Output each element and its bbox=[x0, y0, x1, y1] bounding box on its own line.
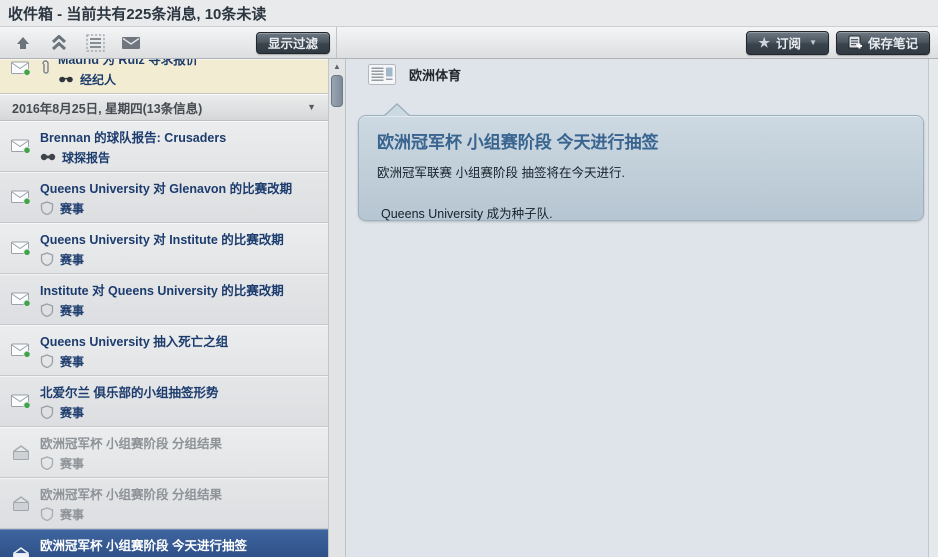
unread-envelope-icon bbox=[10, 60, 40, 76]
competition-shield-icon bbox=[40, 354, 54, 368]
unread-envelope-icon bbox=[10, 189, 40, 205]
date-group-label: 2016年8月25日, 星期四(13条信息) bbox=[12, 98, 202, 117]
message-category: 赛事 bbox=[60, 404, 84, 421]
message-list: Madrid 为 Ruiz 寻求报价 经纪人 2016年8 bbox=[0, 59, 328, 557]
main-split: Madrid 为 Ruiz 寻求报价 经纪人 2016年8 bbox=[0, 59, 938, 557]
list-item[interactable]: Queens University 抽入死亡之组 赛事 bbox=[0, 325, 328, 376]
message-title: Brennan 的球队报告: Crusaders bbox=[40, 127, 322, 146]
list-item[interactable]: 欧洲冠军杯 小组赛阶段 分组结果 赛事 bbox=[0, 427, 328, 478]
content-scrollbar-track[interactable] bbox=[928, 59, 938, 557]
list-item[interactable]: 欧洲冠军杯 小组赛阶段 分组结果 赛事 bbox=[0, 478, 328, 529]
chevron-down-icon: ▼ bbox=[809, 39, 817, 47]
message-title: 欧洲冠军杯 小组赛阶段 分组结果 bbox=[40, 433, 322, 452]
show-filter-label: 显示过滤 bbox=[268, 33, 318, 52]
message-category: 经纪人 bbox=[80, 71, 116, 88]
message-category: 赛事 bbox=[60, 251, 84, 268]
scrollbar-thumb[interactable] bbox=[331, 75, 343, 107]
save-note-button[interactable]: 保存笔记 bbox=[836, 31, 930, 55]
list-item[interactable]: Queens University 对 Glenavon 的比赛改期 赛事 bbox=[0, 172, 328, 223]
toolbar-left: 显示过滤 bbox=[0, 27, 337, 58]
date-group-header[interactable]: 2016年8月25日, 星期四(13条信息) ▼ bbox=[0, 94, 328, 121]
scout-binoculars-icon bbox=[40, 153, 56, 161]
message-title: 北爱尔兰 俱乐部的小组抽签形势 bbox=[40, 382, 322, 401]
list-item[interactable]: Madrid 为 Ruiz 寻求报价 经纪人 bbox=[0, 59, 328, 94]
message-category: 赛事 bbox=[60, 353, 84, 370]
message-title: Queens University 对 Institute 的比赛改期 bbox=[40, 229, 322, 248]
subscribe-label: 订阅 bbox=[776, 33, 801, 52]
news-source-header: 欧洲体育 bbox=[368, 64, 461, 85]
inbox-app: 收件箱 - 当前共有225条消息, 10条未读 bbox=[0, 0, 938, 557]
collapse-group-icon[interactable]: ▼ bbox=[307, 102, 316, 112]
page-title: 收件箱 - 当前共有225条消息, 10条未读 bbox=[8, 3, 266, 24]
message-category: 球探报告 bbox=[62, 149, 110, 166]
list-scrollbar[interactable]: ▲ bbox=[328, 59, 346, 557]
agent-glasses-icon bbox=[58, 76, 74, 83]
competition-shield-icon bbox=[40, 252, 54, 266]
news-body-line1: 欧洲冠军联赛 小组赛阶段 抽签将在今天进行. bbox=[377, 162, 905, 181]
message-title: Queens University 抽入死亡之组 bbox=[40, 331, 322, 350]
news-source-label: 欧洲体育 bbox=[409, 65, 461, 84]
subscribe-button[interactable]: ★ 订阅 ▼ bbox=[746, 31, 829, 55]
message-content-panel: 欧洲体育 欧洲冠军杯 小组赛阶段 今天进行抽签 欧洲冠军联赛 小组赛阶段 抽签将… bbox=[346, 59, 938, 557]
show-filter-button[interactable]: 显示过滤 bbox=[256, 32, 330, 54]
message-category: 赛事 bbox=[60, 455, 84, 472]
news-headline: 欧洲冠军杯 小组赛阶段 今天进行抽签 bbox=[377, 128, 905, 153]
message-title: 欧洲冠军杯 小组赛阶段 分组结果 bbox=[40, 484, 322, 503]
unread-envelope-icon bbox=[10, 291, 40, 307]
competition-shield-icon bbox=[40, 303, 54, 317]
message-title: 欧洲冠军杯 小组赛阶段 今天进行抽签 bbox=[40, 535, 322, 554]
competition-shield-icon bbox=[40, 507, 54, 521]
message-category: 赛事 bbox=[60, 506, 84, 523]
save-note-label: 保存笔记 bbox=[868, 33, 918, 52]
list-item-selected[interactable]: 欧洲冠军杯 小组赛阶段 今天进行抽签 赛事 bbox=[0, 529, 328, 557]
unread-envelope-icon bbox=[10, 138, 40, 154]
news-body-line2: Queens University 成为种子队. bbox=[377, 203, 905, 222]
list-item[interactable]: 北爱尔兰 俱乐部的小组抽签形势 赛事 bbox=[0, 376, 328, 427]
unread-envelope-icon bbox=[10, 393, 40, 409]
toolbar-right: ★ 订阅 ▼ 保存笔记 bbox=[337, 27, 938, 58]
list-item[interactable]: Institute 对 Queens University 的比赛改期 赛事 bbox=[0, 274, 328, 325]
mail-icon[interactable] bbox=[120, 33, 142, 53]
note-icon bbox=[848, 35, 862, 50]
competition-shield-icon bbox=[40, 405, 54, 419]
message-category: 赛事 bbox=[60, 200, 84, 217]
competition-shield-icon bbox=[40, 201, 54, 215]
unread-envelope-icon bbox=[10, 240, 40, 256]
unread-envelope-icon bbox=[10, 342, 40, 358]
message-title: Queens University 对 Glenavon 的比赛改期 bbox=[40, 178, 322, 197]
page-header: 收件箱 - 当前共有225条消息, 10条未读 bbox=[0, 0, 938, 26]
read-envelope-icon bbox=[10, 444, 40, 461]
message-title: Institute 对 Queens University 的比赛改期 bbox=[40, 280, 322, 299]
newspaper-icon bbox=[368, 64, 396, 85]
scroll-up-icon[interactable]: ▲ bbox=[329, 62, 345, 71]
list-item[interactable]: Brennan 的球队报告: Crusaders 球探报告 bbox=[0, 121, 328, 172]
select-messages-icon[interactable] bbox=[84, 33, 106, 53]
paperclip-icon bbox=[40, 59, 56, 77]
collapse-all-icon[interactable] bbox=[48, 33, 70, 53]
read-envelope-icon bbox=[10, 495, 40, 512]
move-up-icon[interactable] bbox=[12, 33, 34, 53]
message-category: 赛事 bbox=[60, 302, 84, 319]
star-icon: ★ bbox=[758, 36, 770, 49]
read-envelope-icon bbox=[10, 546, 40, 557]
competition-shield-icon bbox=[40, 456, 54, 470]
message-title: Madrid 为 Ruiz 寻求报价 bbox=[58, 59, 322, 68]
list-item[interactable]: Queens University 对 Institute 的比赛改期 赛事 bbox=[0, 223, 328, 274]
toolbar: 显示过滤 ★ 订阅 ▼ 保存笔记 bbox=[0, 26, 938, 59]
news-callout: 欧洲冠军杯 小组赛阶段 今天进行抽签 欧洲冠军联赛 小组赛阶段 抽签将在今天进行… bbox=[358, 115, 924, 221]
